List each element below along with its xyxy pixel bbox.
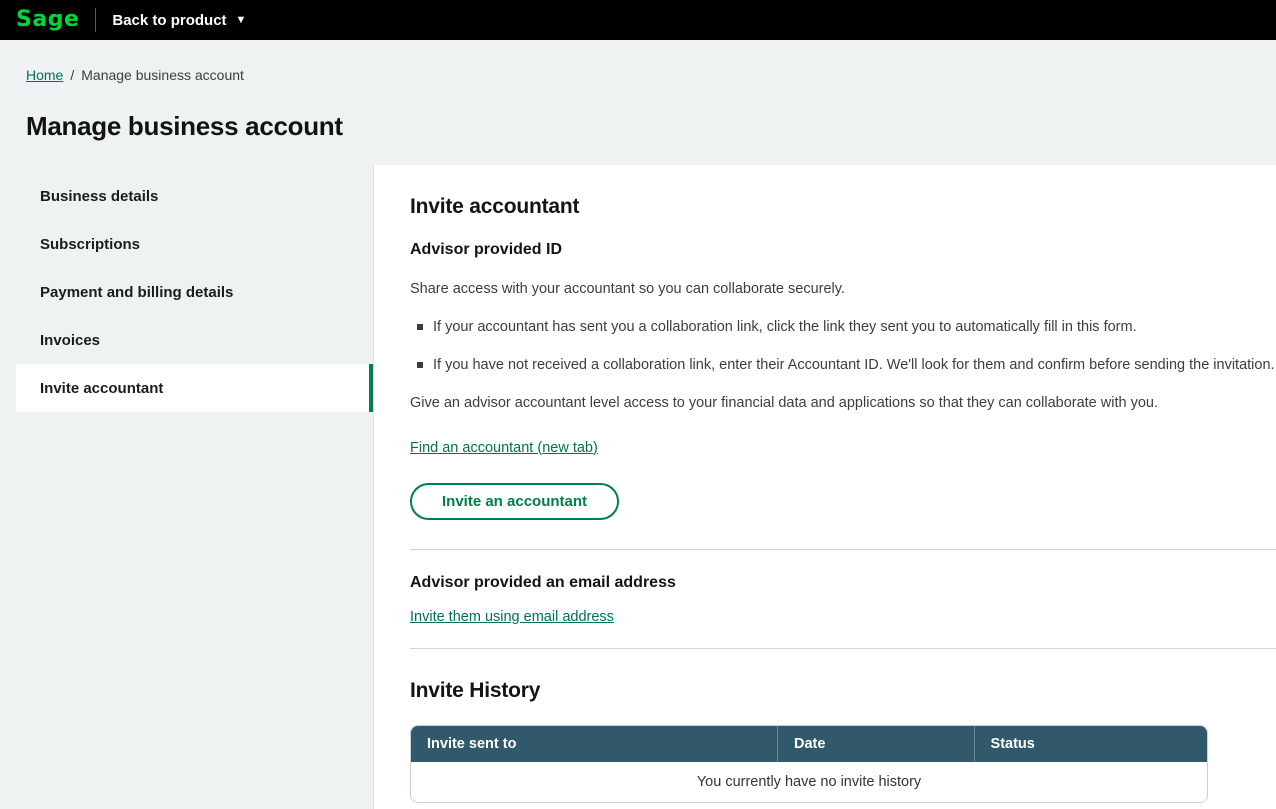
column-header-date: Date [778, 726, 975, 762]
advisor-access-description: Give an advisor accountant level access … [410, 394, 1276, 412]
back-to-product-button[interactable]: Back to product ▼ [112, 12, 246, 29]
column-header-invite-sent-to: Invite sent to [411, 726, 778, 762]
content-layout: Business details Subscriptions Payment a… [0, 165, 1276, 809]
invite-history-heading: Invite History [410, 679, 1276, 703]
invite-accountant-button[interactable]: Invite an accountant [410, 483, 619, 520]
bullet-collaboration-link: If your accountant has sent you a collab… [414, 318, 1276, 336]
sidebar-item-payment-billing[interactable]: Payment and billing details [16, 268, 373, 316]
top-bar: Sage Back to product ▼ [0, 0, 1276, 40]
advisor-provided-id-subheading: Advisor provided ID [410, 241, 1276, 259]
page-title: Manage business account [26, 111, 1276, 142]
invite-by-email-link[interactable]: Invite them using email address [410, 609, 614, 625]
breadcrumb-separator: / [70, 67, 74, 83]
back-to-product-label: Back to product [112, 12, 226, 29]
sidebar-item-invite-accountant[interactable]: Invite accountant [16, 364, 373, 412]
sage-logo: Sage [10, 0, 85, 40]
section-divider [410, 549, 1276, 550]
sidebar-item-invoices[interactable]: Invoices [16, 316, 373, 364]
top-bar-divider [95, 8, 96, 32]
chevron-down-icon: ▼ [236, 15, 247, 26]
breadcrumb: Home / Manage business account [26, 67, 1276, 83]
settings-sidebar: Business details Subscriptions Payment a… [0, 165, 374, 809]
column-header-status: Status [975, 726, 1207, 762]
page-header: Home / Manage business account Manage bu… [0, 40, 1276, 165]
invite-accountant-heading: Invite accountant [410, 195, 1276, 219]
advisor-email-subheading: Advisor provided an email address [410, 574, 1276, 592]
bullet-accountant-id: If you have not received a collaboration… [414, 356, 1276, 374]
breadcrumb-home-link[interactable]: Home [26, 67, 63, 83]
main-panel: Invite accountant Advisor provided ID Sh… [374, 165, 1276, 809]
invite-history-table: Invite sent to Date Status You currently… [410, 725, 1208, 803]
sidebar-item-business-details[interactable]: Business details [16, 172, 373, 220]
collaboration-bullet-list: If your accountant has sent you a collab… [410, 318, 1276, 374]
sidebar-item-subscriptions[interactable]: Subscriptions [16, 220, 373, 268]
table-empty-row: You currently have no invite history [411, 762, 1207, 802]
table-header-row: Invite sent to Date Status [411, 726, 1207, 762]
empty-history-message: You currently have no invite history [411, 762, 1207, 802]
breadcrumb-current: Manage business account [81, 67, 244, 83]
section-divider [410, 648, 1276, 649]
share-access-text: Share access with your accountant so you… [410, 280, 1276, 298]
find-accountant-link[interactable]: Find an accountant (new tab) [410, 440, 598, 456]
